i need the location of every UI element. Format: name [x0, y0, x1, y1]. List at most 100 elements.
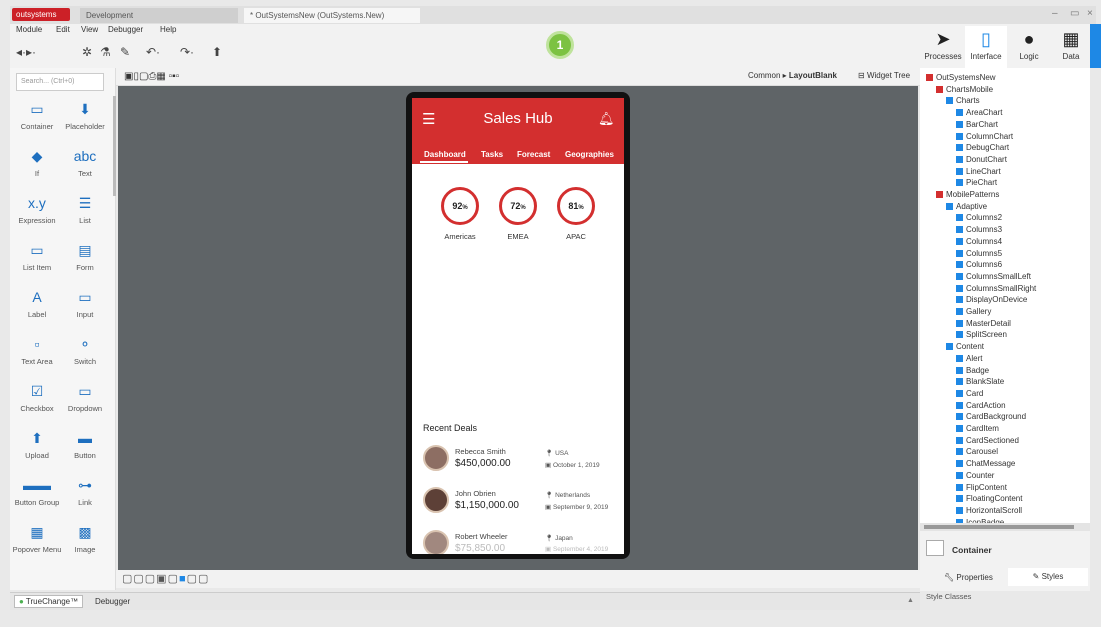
tree-node[interactable]: CardBackground — [956, 412, 1026, 421]
debug-icon[interactable]: ⚗ — [100, 45, 111, 59]
tree-node[interactable]: Card — [956, 389, 983, 398]
phone-screen[interactable] — [412, 98, 624, 554]
menu-debugger[interactable]: Debugger — [108, 25, 143, 34]
tab-data[interactable]: ▦ Data — [1050, 26, 1092, 68]
menu-module[interactable]: Module — [16, 25, 42, 34]
tree-node[interactable]: SplitScreen — [956, 330, 1007, 339]
tree-node[interactable]: MobilePatterns — [936, 190, 999, 199]
tree-node[interactable]: ColumnsSmallLeft — [956, 272, 1031, 281]
maximize-icon[interactable]: ▭ — [1070, 8, 1079, 19]
tree-node[interactable]: ChatMessage — [956, 459, 1015, 468]
tree-node[interactable]: Gallery — [956, 307, 991, 316]
toolbox-search-input[interactable]: Search... (Ctrl+0) — [16, 73, 104, 91]
tree-node[interactable]: ColumnsSmallRight — [956, 284, 1036, 293]
bell-icon[interactable]: 🔔︎ — [598, 111, 615, 127]
collapse-arrow-icon[interactable]: ▲ — [907, 597, 914, 604]
tab-logic[interactable]: ● Logic — [1008, 26, 1050, 68]
redo-icon[interactable]: ↷· — [180, 45, 194, 59]
tree-node[interactable]: DonutChart — [956, 155, 1007, 164]
tree-node[interactable]: Alert — [956, 354, 982, 363]
tool-popover-menu[interactable]: ▦ Popover Menu — [12, 519, 62, 554]
tree-node[interactable]: ChartsMobile — [936, 85, 993, 94]
truechange-tab[interactable]: ● TrueChange™ — [14, 595, 84, 608]
tool-list[interactable]: ☰ List — [60, 190, 110, 225]
view-mode-icons[interactable]: ▣▯▢⎙▦ ▫▪▫ — [124, 71, 179, 82]
tree-node[interactable]: Charts — [946, 96, 980, 105]
tool-button[interactable]: ▬ Button — [60, 425, 110, 460]
tool-checkbox[interactable]: ☑ Checkbox — [12, 378, 62, 413]
toolbox-scrollbar[interactable] — [113, 96, 116, 196]
collapse-panel-button[interactable] — [1090, 24, 1101, 68]
tree-node[interactable]: Columns5 — [956, 249, 1002, 258]
tree-node[interactable]: MasterDetail — [956, 319, 1011, 328]
tool-switch[interactable]: ⚬ Switch — [60, 331, 110, 366]
back-icon[interactable]: ◂·▸· — [16, 45, 36, 59]
device-size-icons[interactable]: ▢▢▢▣▢■▢▢ — [122, 572, 209, 585]
breadcrumb[interactable]: Common ▸ LayoutBlank — [748, 71, 837, 80]
tool-text[interactable]: abc Text — [60, 143, 110, 178]
debugger-tab[interactable]: Debugger — [95, 597, 130, 606]
tree-node[interactable]: Counter — [956, 471, 994, 480]
list-item[interactable]: John Obrien $1,150,000.00 📍︎ Netherlands… — [423, 487, 623, 521]
tree-node[interactable]: DisplayOnDevice — [956, 295, 1027, 304]
tab-development[interactable]: Development — [80, 8, 238, 23]
tree-node[interactable]: ColumnChart — [956, 132, 1013, 141]
tree-node[interactable]: Carousel — [956, 447, 998, 456]
menu-help[interactable]: Help — [160, 25, 176, 34]
breakpoint-icon[interactable]: ✎ — [120, 45, 130, 59]
tool-text-area[interactable]: ▫ Text Area — [12, 331, 62, 366]
tool-if[interactable]: ◆ If — [12, 143, 62, 178]
tree-node[interactable]: CardAction — [956, 401, 1006, 410]
tree-node[interactable]: HorizontalScroll — [956, 506, 1022, 515]
undo-icon[interactable]: ↶· — [146, 45, 160, 59]
tab-module[interactable]: * OutSystemsNew (OutSystems.New) — [244, 8, 420, 23]
app-tab-forecast[interactable]: Forecast — [517, 150, 550, 159]
tree-node[interactable]: Content — [946, 342, 984, 351]
tree-node[interactable]: BarChart — [956, 120, 998, 129]
menu-view[interactable]: View — [81, 25, 98, 34]
tree-node[interactable]: PieChart — [956, 178, 997, 187]
tool-list-item[interactable]: ▭ List Item — [12, 237, 62, 272]
tree-node[interactable]: Columns2 — [956, 213, 1002, 222]
breadcrumb-parent[interactable]: Common — [748, 71, 780, 80]
tree-node[interactable]: Columns4 — [956, 237, 1002, 246]
tool-label[interactable]: A Label — [12, 284, 62, 319]
settings-icon[interactable]: ✲ — [82, 45, 92, 59]
tool-placeholder[interactable]: ⬇ Placeholder — [60, 96, 110, 131]
tool-container[interactable]: ▭ Container — [12, 96, 62, 131]
menu-edit[interactable]: Edit — [56, 25, 70, 34]
app-tab-geographies[interactable]: Geographies — [565, 150, 614, 159]
tree-node[interactable]: CardItem — [956, 424, 999, 433]
list-item[interactable]: Robert Wheeler $75,850.00 📍︎ Japan ▣ Sep… — [423, 528, 623, 554]
tree-node[interactable]: AreaChart — [956, 108, 1002, 117]
tree-node[interactable]: BlankSlate — [956, 377, 1004, 386]
close-icon[interactable]: × — [1087, 8, 1093, 19]
tree-scroll-thumb[interactable] — [924, 525, 1074, 529]
minimize-icon[interactable]: – — [1052, 8, 1058, 19]
tool-dropdown[interactable]: ▭ Dropdown — [60, 378, 110, 413]
tool-expression[interactable]: x.y Expression — [12, 190, 62, 225]
styles-tab[interactable]: ✎ Styles — [1008, 568, 1088, 586]
tree-node[interactable]: DebugChart — [956, 143, 1009, 152]
tree-node[interactable]: OutSystemsNew — [926, 73, 996, 82]
tree-node[interactable]: Columns3 — [956, 225, 1002, 234]
tool-image[interactable]: ▩ Image — [60, 519, 110, 554]
tool-upload[interactable]: ⬆ Upload — [12, 425, 62, 460]
tool-input[interactable]: ▭ Input — [60, 284, 110, 319]
tree-node[interactable]: Columns6 — [956, 260, 1002, 269]
widget-tree-button[interactable]: ⊟ Widget Tree — [858, 71, 910, 80]
tree-node[interactable]: CardSectioned — [956, 436, 1019, 445]
tree-node[interactable]: FlipContent — [956, 483, 1007, 492]
tree-node[interactable]: LineChart — [956, 167, 1001, 176]
tree-node[interactable]: FloatingContent — [956, 494, 1022, 503]
tree-node[interactable]: Adaptive — [946, 202, 987, 211]
publish-icon[interactable]: ⬆ — [212, 45, 222, 59]
properties-tab[interactable]: 🔧︎ Properties — [944, 573, 993, 582]
tool-button-group[interactable]: ▬▬ Button Group — [12, 472, 62, 507]
list-item[interactable]: Rebecca Smith $450,000.00 📍︎ USA ▣ Octob… — [423, 445, 623, 479]
app-tab-tasks[interactable]: Tasks — [481, 150, 503, 159]
app-tab-dashboard[interactable]: Dashboard — [424, 150, 466, 159]
tree-node[interactable]: Badge — [956, 366, 989, 375]
tab-processes[interactable]: ➤ Processes — [922, 26, 964, 68]
tab-interface[interactable]: ▯ Interface — [965, 26, 1007, 68]
